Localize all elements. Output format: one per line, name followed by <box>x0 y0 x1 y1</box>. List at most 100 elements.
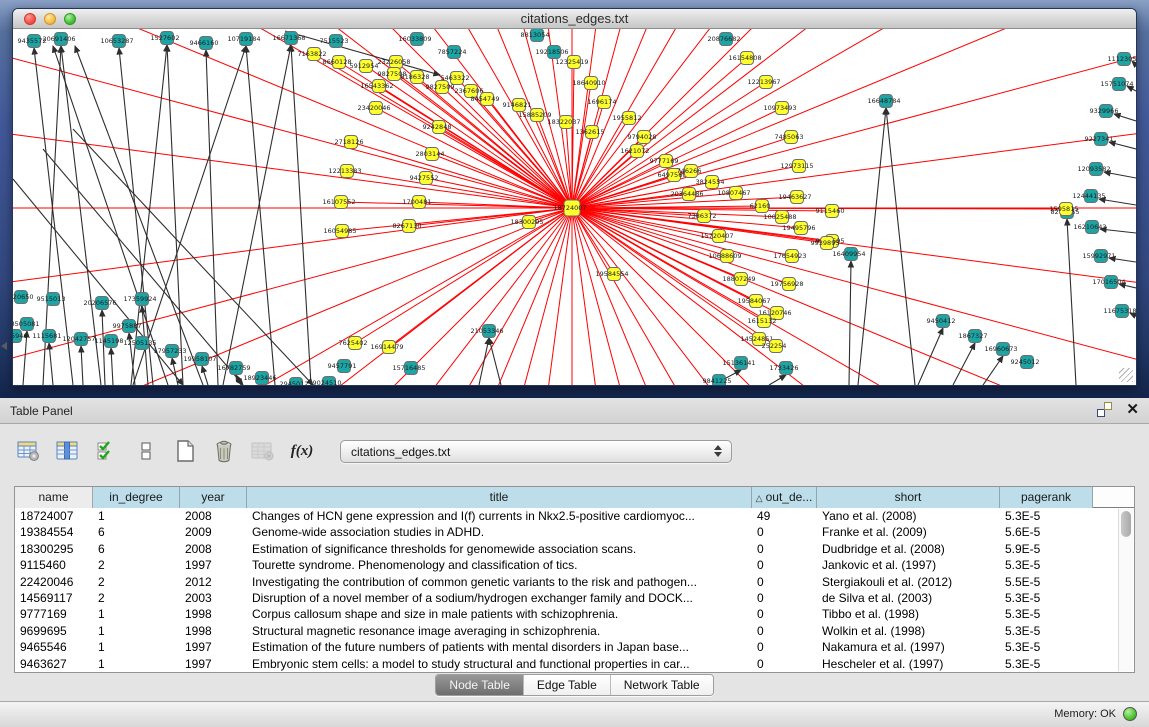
table-cell[interactable]: 22420046 <box>15 574 93 590</box>
table-cell[interactable]: 0 <box>752 557 817 573</box>
table-cell[interactable]: 5.5E-5 <box>1000 574 1093 590</box>
tab-node-table[interactable]: Node Table <box>436 675 524 695</box>
table-cell[interactable]: 9465546 <box>15 639 93 655</box>
table-select-dropdown[interactable]: citations_edges.txt <box>340 440 732 463</box>
table-cell[interactable]: 9115460 <box>15 557 93 573</box>
table-cell[interactable]: 0 <box>752 623 817 639</box>
float-panel-icon[interactable] <box>1097 402 1112 417</box>
table-cell[interactable]: Hescheler et al. (1997) <box>817 656 1000 672</box>
table-cell[interactable]: 1 <box>93 606 180 622</box>
window-titlebar[interactable]: citations_edges.txt <box>13 9 1136 29</box>
column-header-short[interactable]: short <box>817 487 1000 508</box>
network-canvas[interactable]: 9435572206914061065328715276029466160107… <box>13 29 1136 385</box>
table-cell[interactable]: 9699695 <box>15 623 93 639</box>
table-cell[interactable]: 2012 <box>180 574 247 590</box>
table-cell[interactable]: 2 <box>93 590 180 606</box>
table-row[interactable]: 969969511998Structural magnetic resonanc… <box>15 623 1134 639</box>
table-cell[interactable]: Tibbo et al. (1998) <box>817 606 1000 622</box>
table-cell[interactable]: 0 <box>752 574 817 590</box>
table-cell[interactable]: 19384554 <box>15 524 93 540</box>
table-cell[interactable]: 0 <box>752 590 817 606</box>
memory-status-indicator[interactable] <box>1123 707 1137 721</box>
node-table[interactable]: namein_degreeyeartitle△out_de...shortpag… <box>14 486 1135 673</box>
table-cell[interactable]: 1 <box>93 508 180 524</box>
table-cell[interactable]: Dudbridge et al. (2008) <box>817 541 1000 557</box>
table-cell[interactable]: 1997 <box>180 656 247 672</box>
table-cell[interactable]: 2 <box>93 574 180 590</box>
table-cell[interactable]: 49 <box>752 508 817 524</box>
table-cell[interactable]: 1 <box>93 656 180 672</box>
table-cell[interactable]: Genome-wide association studies in ADHD. <box>247 524 752 540</box>
table-cell[interactable]: 5.3E-5 <box>1000 606 1093 622</box>
table-row[interactable]: 946554611997Estimation of the future num… <box>15 639 1134 655</box>
table-row[interactable]: 1938455462009Genome-wide association stu… <box>15 524 1134 540</box>
column-header-title[interactable]: title <box>247 487 752 508</box>
vertical-scrollbar[interactable] <box>1118 509 1133 671</box>
table-cell[interactable]: Estimation of the future numbers of pati… <box>247 639 752 655</box>
table-cell[interactable]: 2009 <box>180 524 247 540</box>
table-cell[interactable]: Yano et al. (2008) <box>817 508 1000 524</box>
table-cell[interactable]: 5.3E-5 <box>1000 639 1093 655</box>
table-cell[interactable]: Wolkin et al. (1998) <box>817 623 1000 639</box>
column-header-name[interactable]: name <box>15 487 93 508</box>
column-header-year[interactable]: year <box>180 487 247 508</box>
table-cell[interactable]: Stergiakouli et al. (2012) <box>817 574 1000 590</box>
table-cell[interactable]: 5.3E-5 <box>1000 656 1093 672</box>
table-cell[interactable]: Franke et al. (2009) <box>817 524 1000 540</box>
new-document-button[interactable] <box>170 438 200 464</box>
table-cell[interactable]: Estimation of significance thresholds fo… <box>247 541 752 557</box>
table-cell[interactable]: Jankovic et al. (1997) <box>817 557 1000 573</box>
table-row[interactable]: 977716911998Corpus callosum shape and si… <box>15 606 1134 622</box>
table-cell[interactable]: 9463627 <box>15 656 93 672</box>
tab-network-table[interactable]: Network Table <box>611 675 713 695</box>
table-cell[interactable]: 2008 <box>180 508 247 524</box>
table-cell[interactable]: 5.3E-5 <box>1000 623 1093 639</box>
column-select-button[interactable] <box>53 438 83 464</box>
table-cell[interactable]: 5.3E-5 <box>1000 590 1093 606</box>
table-cell[interactable]: 1 <box>93 623 180 639</box>
table-cell[interactable]: 6 <box>93 541 180 557</box>
table-cell[interactable]: 0 <box>752 656 817 672</box>
table-cell[interactable]: 0 <box>752 639 817 655</box>
table-cell[interactable]: 6 <box>93 524 180 540</box>
table-cell[interactable]: 5.3E-5 <box>1000 557 1093 573</box>
table-cell[interactable]: Changes of HCN gene expression and I(f) … <box>247 508 752 524</box>
table-row[interactable]: 946362711997Embryonic stem cells: a mode… <box>15 656 1134 672</box>
table-row[interactable]: 1872400712008Changes of HCN gene express… <box>15 508 1134 524</box>
table-row[interactable]: 1830029562008Estimation of significance … <box>15 541 1134 557</box>
tab-edge-table[interactable]: Edge Table <box>524 675 611 695</box>
table-cell[interactable]: Investigating the contribution of common… <box>247 574 752 590</box>
table-cell[interactable]: 2 <box>93 557 180 573</box>
table-cell[interactable]: 1997 <box>180 557 247 573</box>
table-cell[interactable]: Disruption of a novel member of a sodium… <box>247 590 752 606</box>
table-cell[interactable]: 0 <box>752 541 817 557</box>
column-header-pagerank[interactable]: pagerank <box>1000 487 1093 508</box>
window-resize-grip[interactable] <box>1119 368 1133 382</box>
table-cell[interactable]: Nakamura et al. (1997) <box>817 639 1000 655</box>
table-row[interactable]: 911546021997Tourette syndrome. Phenomeno… <box>15 557 1134 573</box>
table-cell[interactable]: 2003 <box>180 590 247 606</box>
network-window[interactable]: citations_edges.txt 94355722069140610653… <box>12 8 1137 386</box>
table-cell[interactable]: 14569117 <box>15 590 93 606</box>
close-panel-icon[interactable]: ✕ <box>1126 402 1139 417</box>
table-settings-button[interactable] <box>14 438 44 464</box>
column-header-out_de[interactable]: △out_de... <box>752 487 817 508</box>
collapse-left-icon[interactable] <box>1 342 7 350</box>
table-cell[interactable]: 5.6E-5 <box>1000 524 1093 540</box>
select-all-check-button[interactable] <box>92 438 122 464</box>
table-cell[interactable]: Tourette syndrome. Phenomenology and cla… <box>247 557 752 573</box>
scrollbar-thumb[interactable] <box>1121 511 1131 537</box>
table-cell[interactable]: Embryonic stem cells: a model to study s… <box>247 656 752 672</box>
table-row[interactable]: 2242004622012Investigating the contribut… <box>15 574 1134 590</box>
table-cell[interactable]: 1998 <box>180 623 247 639</box>
table-cell[interactable]: 1998 <box>180 606 247 622</box>
table-cell[interactable]: 2008 <box>180 541 247 557</box>
function-button[interactable]: f(x) <box>287 438 317 464</box>
table-row[interactable]: 1456911722003Disruption of a novel membe… <box>15 590 1134 606</box>
table-cell[interactable]: 5.3E-5 <box>1000 508 1093 524</box>
table-cell[interactable]: Structural magnetic resonance image aver… <box>247 623 752 639</box>
table-cell[interactable]: 18724007 <box>15 508 93 524</box>
table-cell[interactable]: 0 <box>752 524 817 540</box>
delete-trash-button[interactable] <box>209 438 239 464</box>
table-cell[interactable]: 1997 <box>180 639 247 655</box>
